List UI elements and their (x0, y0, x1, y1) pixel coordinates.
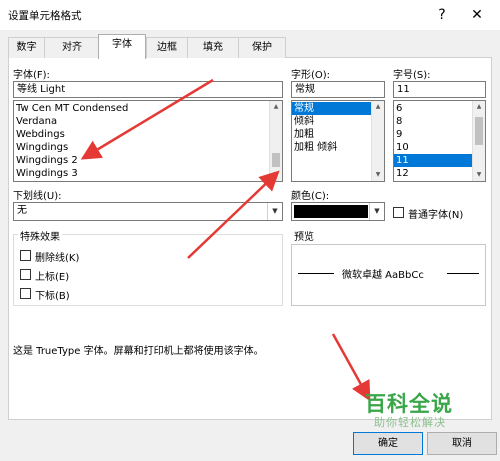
cancel-button[interactable]: 取消 (427, 432, 497, 455)
arrow-to-ok-button (331, 333, 371, 402)
ok-button[interactable]: 确定 (353, 432, 423, 455)
arrow-to-scroll-down (187, 170, 280, 259)
tab-font[interactable]: 字体 (98, 34, 146, 59)
watermark-subtitle: 助你轻松解决 (374, 416, 446, 429)
arrow-to-font-list (80, 78, 214, 160)
